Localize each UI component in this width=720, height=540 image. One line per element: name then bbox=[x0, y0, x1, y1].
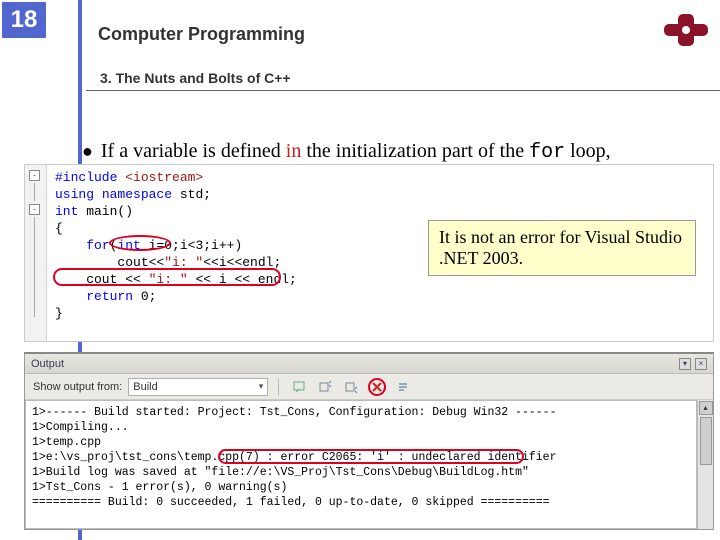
code-token: int bbox=[55, 204, 78, 219]
output-title: Output bbox=[31, 358, 64, 370]
bullet-text-3: loop, bbox=[565, 140, 611, 162]
page-title: Computer Programming bbox=[98, 24, 305, 45]
toolbar-separator bbox=[278, 378, 279, 396]
bullet-text-in: in bbox=[286, 140, 302, 162]
pin-icon[interactable]: ▾ bbox=[679, 358, 691, 370]
highlight-ellipse-icon bbox=[218, 449, 524, 464]
code-token: for bbox=[86, 238, 109, 253]
fold-toggle-icon[interactable]: - bbox=[29, 170, 40, 181]
code-content: #include <iostream> using namespace std;… bbox=[55, 169, 297, 322]
university-logo-icon bbox=[664, 14, 708, 46]
output-source-value: Build bbox=[133, 381, 157, 393]
bullet-line: ● If a variable is defined in the initial… bbox=[82, 140, 611, 164]
output-scrollbar[interactable]: ▴ bbox=[697, 400, 713, 529]
code-token: } bbox=[55, 306, 63, 321]
highlight-ellipse-icon bbox=[109, 235, 171, 251]
code-token: <iostream> bbox=[117, 170, 203, 185]
code-token bbox=[55, 238, 86, 253]
fold-line bbox=[34, 183, 35, 201]
divider bbox=[86, 90, 720, 91]
fold-toggle-icon[interactable]: - bbox=[29, 204, 40, 215]
bullet-text-2: the initialization part of the bbox=[301, 140, 529, 162]
code-token: main() bbox=[78, 204, 133, 219]
chevron-down-icon: ▾ bbox=[259, 381, 264, 392]
code-token: namespace bbox=[102, 187, 172, 202]
clear-output-button[interactable] bbox=[367, 378, 387, 396]
code-gutter: - - bbox=[25, 165, 47, 341]
code-token: 0; bbox=[133, 289, 156, 304]
show-output-label: Show output from: bbox=[33, 381, 122, 393]
callout-note: It is not an error for Visual Studio .NE… bbox=[428, 220, 696, 276]
code-token: { bbox=[55, 221, 63, 236]
fold-line bbox=[34, 217, 35, 317]
bullet-text-for: for bbox=[529, 141, 565, 164]
output-body: 1>------ Build started: Project: Tst_Con… bbox=[25, 400, 697, 529]
code-token bbox=[94, 187, 102, 202]
code-token: std; bbox=[172, 187, 211, 202]
window-controls: ▾ × bbox=[679, 358, 707, 370]
scroll-thumb[interactable] bbox=[700, 417, 712, 465]
code-token: return bbox=[86, 289, 133, 304]
close-icon[interactable]: × bbox=[695, 358, 707, 370]
callout-text: It is not an error for Visual Studio .NE… bbox=[439, 227, 682, 268]
output-source-dropdown[interactable]: Build ▾ bbox=[128, 378, 268, 396]
find-message-button[interactable] bbox=[289, 378, 309, 396]
page-subtitle: 3. The Nuts and Bolts of C++ bbox=[100, 70, 291, 86]
prev-message-button[interactable] bbox=[315, 378, 335, 396]
highlight-ellipse-icon bbox=[53, 268, 281, 286]
scroll-up-icon[interactable]: ▴ bbox=[699, 401, 713, 415]
toggle-wrap-button[interactable] bbox=[393, 378, 413, 396]
output-toolbar: Show output from: Build ▾ bbox=[25, 374, 713, 400]
output-title-bar: Output ▾ × bbox=[25, 354, 713, 374]
slide-number: 18 bbox=[2, 2, 46, 38]
code-token bbox=[55, 289, 86, 304]
code-token: using bbox=[55, 187, 94, 202]
next-message-button[interactable] bbox=[341, 378, 361, 396]
bullet-text-1: If a variable is defined bbox=[101, 140, 286, 162]
output-panel: Output ▾ × Show output from: Build ▾ 1>-… bbox=[24, 352, 714, 530]
code-token: #include bbox=[55, 170, 117, 185]
bullet-dot-icon: ● bbox=[82, 141, 93, 161]
